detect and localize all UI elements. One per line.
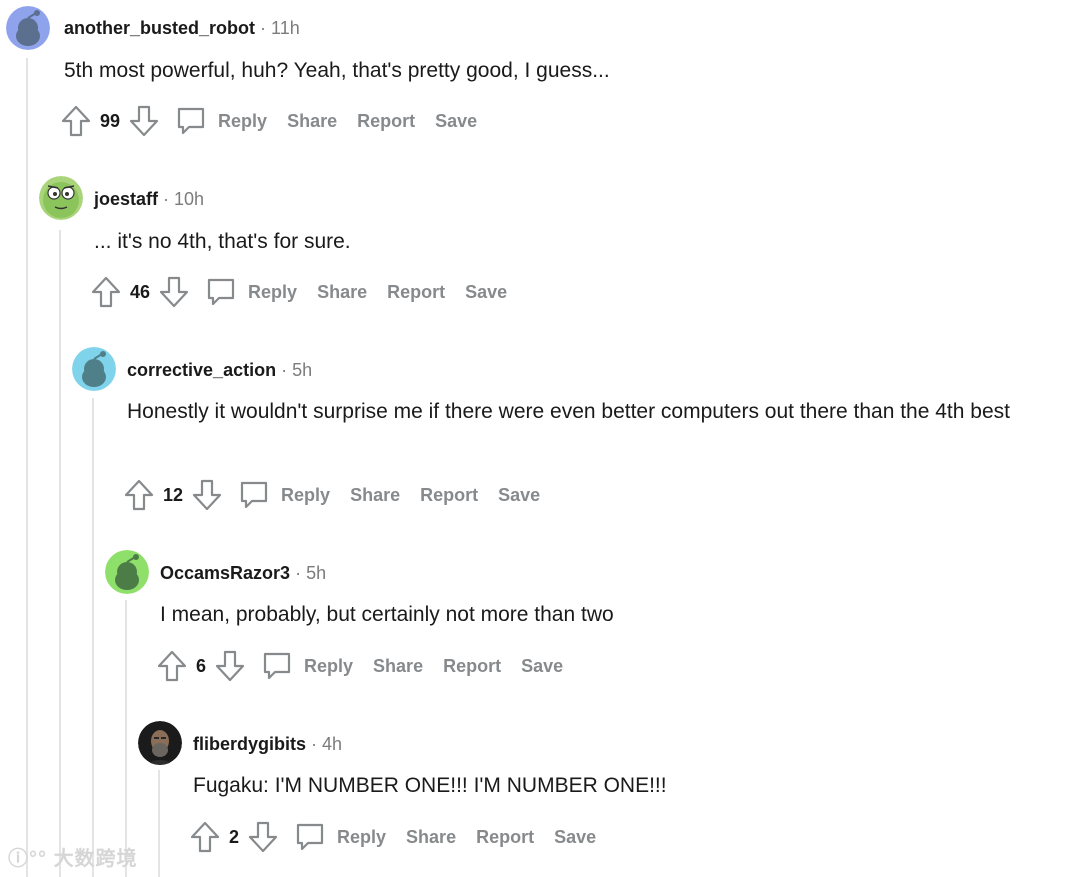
downvote-icon[interactable] <box>158 275 190 309</box>
watermark-text: 大数跨境 <box>53 848 138 870</box>
report-button[interactable]: Report <box>420 485 478 506</box>
share-button[interactable]: Share <box>350 485 400 506</box>
thread-line[interactable] <box>59 230 61 877</box>
comment-bubble-icon[interactable] <box>237 478 271 512</box>
downvote-icon[interactable] <box>214 649 246 683</box>
comment-bubble-icon[interactable] <box>260 649 294 683</box>
report-button[interactable]: Report <box>443 656 501 677</box>
thread-line[interactable] <box>158 770 160 877</box>
save-button[interactable]: Save <box>521 656 563 677</box>
upvote-icon[interactable] <box>189 820 221 854</box>
comment-meta: another_busted_robot · 11h <box>64 18 300 39</box>
share-button[interactable]: Share <box>287 111 337 132</box>
thread-line[interactable] <box>92 398 94 877</box>
comment-bubble-icon[interactable] <box>293 820 327 854</box>
username[interactable]: joestaff <box>94 189 158 209</box>
reply-button[interactable]: Reply <box>248 282 297 303</box>
separator: · <box>260 18 267 38</box>
comment-bubble-icon[interactable] <box>174 104 208 138</box>
username[interactable]: another_busted_robot <box>64 18 255 38</box>
reply-button[interactable]: Reply <box>304 656 353 677</box>
report-button[interactable]: Report <box>357 111 415 132</box>
reply-button[interactable]: Reply <box>218 111 267 132</box>
share-button[interactable]: Share <box>317 282 367 303</box>
separator: · <box>311 734 318 754</box>
comment-meta: fliberdygibits · 4h <box>193 734 342 755</box>
downvote-icon[interactable] <box>191 478 223 512</box>
report-button[interactable]: Report <box>476 827 534 848</box>
share-button[interactable]: Share <box>373 656 423 677</box>
username[interactable]: OccamsRazor3 <box>160 563 290 583</box>
comment-meta: corrective_action · 5h <box>127 360 312 381</box>
upvote-icon[interactable] <box>60 104 92 138</box>
comment-actions: 46 Reply Share Report Save <box>90 272 527 312</box>
share-button[interactable]: Share <box>406 827 456 848</box>
comment-text: Fugaku: I'M NUMBER ONE!!! I'M NUMBER ONE… <box>193 774 667 797</box>
save-button[interactable]: Save <box>435 111 477 132</box>
vote-score: 12 <box>163 484 184 505</box>
save-button[interactable]: Save <box>465 282 507 303</box>
vote-score: 46 <box>130 281 151 302</box>
user-avatar[interactable] <box>39 176 83 220</box>
comment-text: I mean, probably, but certainly not more… <box>160 603 614 626</box>
comment-meta: OccamsRazor3 · 5h <box>160 563 326 584</box>
save-button[interactable]: Save <box>554 827 596 848</box>
downvote-icon[interactable] <box>247 820 279 854</box>
vote-score: 6 <box>196 655 207 676</box>
vote-score: 99 <box>100 110 121 131</box>
comment-text: Honestly it wouldn't surprise me if ther… <box>127 400 1010 423</box>
thread-line[interactable] <box>125 600 127 877</box>
timestamp[interactable]: 5h <box>292 360 312 380</box>
comment-actions: 2 Reply Share Report Save <box>189 817 616 857</box>
user-avatar[interactable] <box>105 550 149 594</box>
comment-meta: joestaff · 10h <box>94 189 204 210</box>
comment-text: ... it's no 4th, that's for sure. <box>94 230 351 253</box>
timestamp[interactable]: 4h <box>322 734 342 754</box>
upvote-icon[interactable] <box>123 478 155 512</box>
timestamp[interactable]: 11h <box>271 18 300 38</box>
reply-button[interactable]: Reply <box>281 485 330 506</box>
watermark: ⓘ°° 大数跨境 <box>8 842 138 871</box>
user-avatar[interactable] <box>138 721 182 765</box>
upvote-icon[interactable] <box>90 275 122 309</box>
separator: · <box>295 563 302 583</box>
user-avatar[interactable] <box>6 6 50 50</box>
downvote-icon[interactable] <box>128 104 160 138</box>
comment-text: 5th most powerful, huh? Yeah, that's pre… <box>64 59 610 82</box>
upvote-icon[interactable] <box>156 649 188 683</box>
username[interactable]: corrective_action <box>127 360 276 380</box>
timestamp[interactable]: 5h <box>306 563 326 583</box>
vote-score: 2 <box>229 826 240 847</box>
username[interactable]: fliberdygibits <box>193 734 306 754</box>
watermark-logo-icon: ⓘ°° <box>8 848 47 870</box>
comment-actions: 12 Reply Share Report Save <box>123 475 560 515</box>
separator: · <box>163 189 170 209</box>
comment-actions: 99 Reply Share Report Save <box>60 101 497 141</box>
comment-bubble-icon[interactable] <box>204 275 238 309</box>
separator: · <box>281 360 288 380</box>
user-avatar[interactable] <box>72 347 116 391</box>
reply-button[interactable]: Reply <box>337 827 386 848</box>
timestamp[interactable]: 10h <box>174 189 204 209</box>
report-button[interactable]: Report <box>387 282 445 303</box>
comment-actions: 6 Reply Share Report Save <box>156 646 583 686</box>
save-button[interactable]: Save <box>498 485 540 506</box>
thread-line[interactable] <box>26 58 28 877</box>
